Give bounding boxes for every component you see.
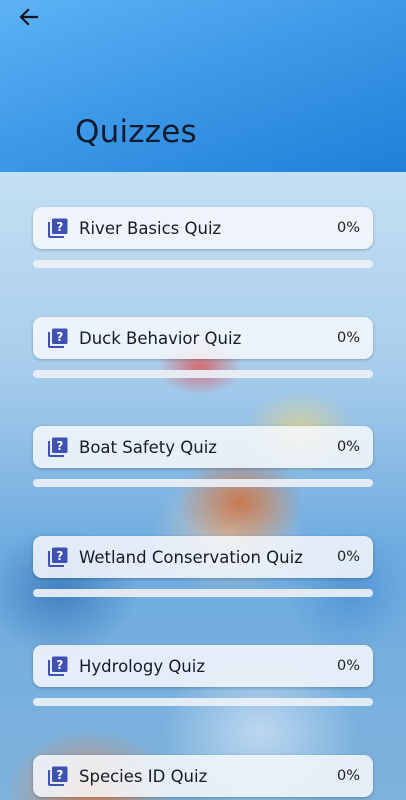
- quiz-title: River Basics Quiz: [79, 218, 222, 238]
- quiz-percent: 0%: [336, 330, 360, 346]
- svg-text:?: ?: [56, 220, 63, 234]
- svg-text:?: ?: [56, 768, 63, 782]
- quiz-progress-bar: [33, 589, 373, 597]
- quiz-icon: ?: [48, 656, 68, 676]
- svg-text:?: ?: [56, 330, 63, 344]
- quiz-percent: 0%: [336, 658, 360, 674]
- quiz-card[interactable]: ? Hydrology Quiz 0%: [33, 645, 373, 687]
- quiz-list: ? River Basics Quiz 0% ? Duck Behavior Q…: [0, 0, 406, 800]
- quiz-card[interactable]: ? Boat Safety Quiz 0%: [33, 426, 373, 468]
- quiz-title: Duck Behavior Quiz: [79, 328, 242, 348]
- quiz-card[interactable]: ? Wetland Conservation Quiz 0%: [33, 536, 373, 578]
- quiz-percent: 0%: [336, 439, 360, 455]
- quiz-title: Boat Safety Quiz: [79, 437, 217, 457]
- quiz-progress-bar: [33, 260, 373, 268]
- quiz-card[interactable]: ? Species ID Quiz 0%: [33, 755, 373, 797]
- quiz-icon: ?: [48, 218, 68, 238]
- quiz-title: Wetland Conservation Quiz: [79, 547, 303, 567]
- quiz-icon: ?: [48, 766, 68, 786]
- quiz-card[interactable]: ? River Basics Quiz 0%: [33, 207, 373, 249]
- quiz-percent: 0%: [336, 220, 360, 236]
- quiz-progress-bar: [33, 370, 373, 378]
- quiz-progress-bar: [33, 698, 373, 706]
- quiz-card[interactable]: ? Duck Behavior Quiz 0%: [33, 317, 373, 359]
- quiz-icon: ?: [48, 328, 68, 348]
- quiz-icon: ?: [48, 437, 68, 457]
- svg-text:?: ?: [56, 549, 63, 563]
- svg-text:?: ?: [56, 439, 63, 453]
- quiz-icon: ?: [48, 547, 68, 567]
- quiz-title: Hydrology Quiz: [79, 656, 206, 676]
- quiz-title: Species ID Quiz: [79, 766, 208, 786]
- svg-text:?: ?: [56, 658, 63, 672]
- quiz-percent: 0%: [336, 549, 360, 565]
- quiz-progress-bar: [33, 479, 373, 487]
- quiz-percent: 0%: [336, 768, 360, 784]
